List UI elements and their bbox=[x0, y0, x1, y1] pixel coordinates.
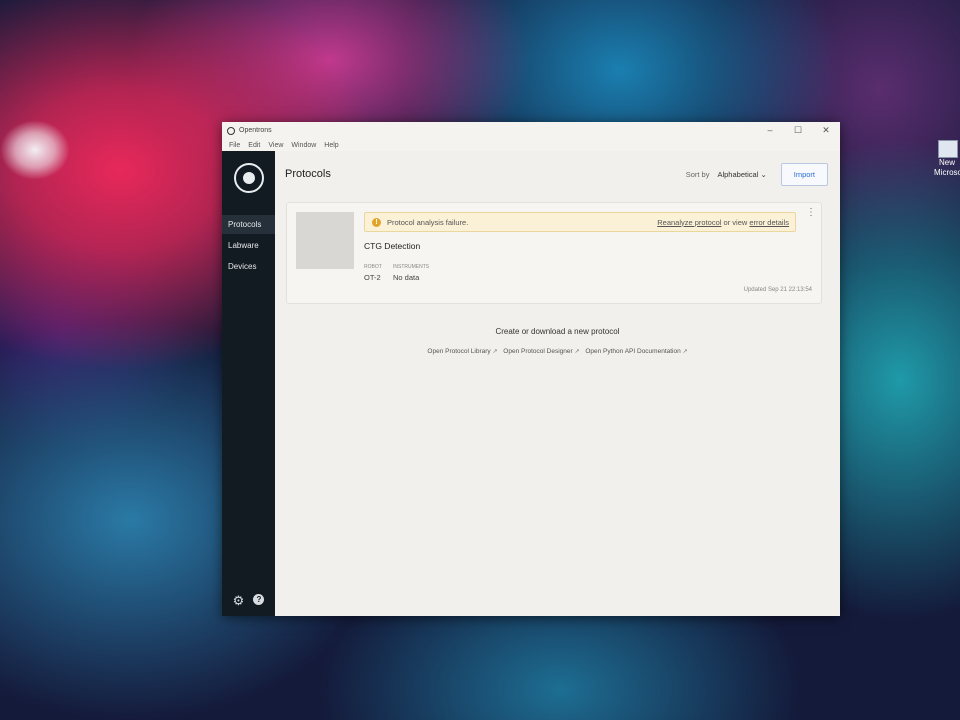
python-api-docs-link[interactable]: Open Python API Documentation ↗ bbox=[585, 348, 687, 355]
menu-view[interactable]: View bbox=[268, 142, 283, 149]
import-button[interactable]: Import bbox=[780, 162, 828, 186]
warning-icon: ! bbox=[372, 217, 381, 227]
opentrons-logo-icon bbox=[233, 163, 264, 193]
error-details-link[interactable]: error details bbox=[749, 218, 789, 227]
external-link-icon: ↗ bbox=[492, 349, 498, 355]
sidebar-item-protocols[interactable]: Protocols bbox=[222, 215, 275, 234]
warning-message: Protocol analysis failure. bbox=[387, 217, 469, 227]
menu-edit[interactable]: Edit bbox=[248, 142, 260, 149]
protocol-meta-values: OT-2 No data bbox=[364, 273, 419, 282]
page-title: Protocols bbox=[285, 168, 331, 180]
protocol-links: Open Protocol Library ↗ Open Protocol De… bbox=[275, 348, 840, 355]
file-icon bbox=[938, 140, 958, 158]
sort-dropdown[interactable]: Alphabetical ⌄ bbox=[717, 170, 766, 179]
protocol-meta-labels: ROBOT INSTRUMENTS bbox=[364, 264, 429, 270]
analysis-warning-banner: ! Protocol analysis failure. Reanalyze p… bbox=[364, 212, 796, 232]
warning-actions: Reanalyze protocol or view error details bbox=[657, 218, 789, 227]
protocol-name: CTG Detection bbox=[364, 241, 421, 251]
external-link-icon: ↗ bbox=[574, 349, 580, 355]
instruments-label: INSTRUMENTS bbox=[393, 264, 430, 270]
protocol-library-label: Open Protocol Library bbox=[427, 348, 491, 355]
reanalyze-link[interactable]: Reanalyze protocol bbox=[657, 218, 721, 227]
protocol-card[interactable]: ! Protocol analysis failure. Reanalyze p… bbox=[286, 202, 822, 304]
main-content: Protocols Sort by Alphabetical ⌄ Import … bbox=[275, 151, 840, 616]
sidebar-footer: ⚙ ? bbox=[222, 594, 275, 608]
maximize-button[interactable]: ☐ bbox=[784, 122, 812, 139]
app-window: Opentrons – ☐ ✕ File Edit View Window He… bbox=[222, 122, 840, 616]
window-title: Opentrons bbox=[239, 127, 272, 134]
desktop-shortcut[interactable]: New Microso bbox=[934, 140, 960, 178]
minimize-button[interactable]: – bbox=[756, 122, 784, 139]
sort-label: Sort by bbox=[685, 169, 710, 179]
logo-drop bbox=[242, 172, 255, 184]
page-header: Protocols Sort by Alphabetical ⌄ Import bbox=[275, 151, 840, 197]
help-icon[interactable]: ? bbox=[253, 594, 265, 605]
sidebar: Protocols Labware Devices ⚙ ? bbox=[222, 151, 275, 616]
external-link-icon: ↗ bbox=[682, 349, 688, 355]
protocol-designer-label: Open Protocol Designer bbox=[503, 348, 573, 355]
app-icon bbox=[227, 126, 235, 135]
robot-label: ROBOT bbox=[364, 264, 382, 270]
menu-file[interactable]: File bbox=[229, 142, 240, 149]
gear-icon[interactable]: ⚙ bbox=[233, 594, 245, 608]
desktop-shortcut-label-1: New bbox=[938, 158, 955, 167]
chevron-down-icon: ⌄ bbox=[760, 169, 767, 179]
sort-value: Alphabetical bbox=[717, 169, 759, 179]
updated-timestamp: Updated Sep 21 22:13:54 bbox=[743, 287, 812, 293]
protocol-designer-link[interactable]: Open Protocol Designer ↗ bbox=[503, 348, 579, 355]
desktop-shortcut-label-2: Microso bbox=[934, 168, 960, 177]
python-api-docs-label: Open Python API Documentation bbox=[585, 348, 681, 355]
sidebar-item-labware[interactable]: Labware bbox=[222, 236, 275, 255]
menu-window[interactable]: Window bbox=[291, 142, 316, 149]
overflow-menu-icon[interactable]: ⋮ bbox=[806, 208, 816, 218]
sidebar-item-devices[interactable]: Devices bbox=[222, 257, 275, 276]
protocol-library-link[interactable]: Open Protocol Library ↗ bbox=[427, 348, 497, 355]
close-button[interactable]: ✕ bbox=[812, 122, 840, 139]
create-protocol-heading: Create or download a new protocol bbox=[495, 327, 620, 336]
warning-connector: or view bbox=[721, 217, 750, 227]
title-bar: Opentrons – ☐ ✕ bbox=[222, 122, 840, 139]
menu-help[interactable]: Help bbox=[324, 142, 338, 149]
desktop-wallpaper-highlight bbox=[0, 120, 70, 180]
robot-value: OT-2 bbox=[364, 273, 381, 282]
instruments-value: No data bbox=[393, 273, 420, 282]
menu-bar: File Edit View Window Help bbox=[222, 139, 840, 151]
protocol-thumbnail bbox=[296, 212, 354, 269]
